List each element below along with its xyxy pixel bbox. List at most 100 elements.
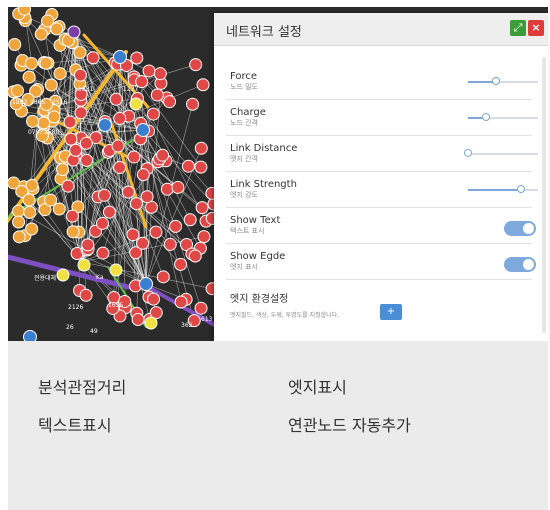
graph-node-highlight xyxy=(109,263,123,277)
setting-label: Link Strength xyxy=(230,179,297,190)
graph-node xyxy=(149,225,163,239)
graph-node xyxy=(156,270,170,284)
graph-node xyxy=(86,51,100,65)
setting-sublabel: 엣지 간격 xyxy=(230,155,258,163)
graph-node xyxy=(181,159,195,173)
graph-node-hub xyxy=(139,277,153,291)
graph-node xyxy=(147,292,161,306)
graph-node xyxy=(63,115,77,129)
setting-row-charge: Charge 노드 간격 xyxy=(226,107,538,136)
graph-node xyxy=(61,179,75,193)
graph-node xyxy=(74,106,88,120)
graph-node xyxy=(96,246,110,260)
graph-node xyxy=(65,209,79,223)
setting-sublabel: 텍스트 표시 xyxy=(230,227,265,235)
graph-node xyxy=(10,84,24,98)
graph-node-highlight xyxy=(56,268,70,282)
graph-node xyxy=(171,180,185,194)
setting-row-force: Force 노드 밀도 xyxy=(226,71,538,100)
charge-slider[interactable] xyxy=(468,113,538,121)
graph-node-label: 2516 xyxy=(52,99,67,106)
graph-node xyxy=(97,188,111,202)
close-button[interactable]: × xyxy=(528,20,544,36)
feature-caption-area: 분석관점거리 엣지표시 텍스트표시 연관노드 자동추가 xyxy=(8,341,548,510)
show-edge-toggle[interactable] xyxy=(504,257,536,272)
graph-node-label: Ka xyxy=(96,274,104,281)
graph-node xyxy=(136,168,150,182)
graph-node-hub xyxy=(98,118,112,132)
expand-icon: ⤢ xyxy=(513,21,523,34)
graph-node xyxy=(55,162,69,176)
graph-node xyxy=(130,51,144,65)
graph-node xyxy=(8,176,21,190)
setting-row-link-strength: Link Strength 엣지 강도 xyxy=(226,179,538,208)
graph-node-highlight xyxy=(144,316,158,330)
panel-scrollbar[interactable] xyxy=(542,57,546,333)
slider-handle[interactable] xyxy=(492,77,500,85)
graph-node xyxy=(8,38,22,52)
slider-fill xyxy=(468,189,521,191)
close-icon: × xyxy=(531,21,541,34)
link-distance-slider[interactable] xyxy=(464,149,538,157)
setting-row-link-distance: Link Distance 엣지 간격 xyxy=(226,143,538,172)
setting-label: Show Egde xyxy=(230,251,286,262)
graph-node-hub xyxy=(136,123,150,137)
expand-button[interactable]: ⤢ xyxy=(510,20,526,36)
graph-node-label: 1237 xyxy=(123,86,138,93)
graph-node xyxy=(73,68,87,82)
toggle-knob xyxy=(523,223,534,234)
toggle-knob xyxy=(523,259,534,270)
graph-node-label: 2126 xyxy=(68,304,83,311)
graph-node xyxy=(183,213,197,227)
graph-node xyxy=(26,114,40,128)
graph-node xyxy=(81,238,95,252)
graph-node xyxy=(79,136,93,150)
graph-node xyxy=(127,150,141,164)
graph-node-label: 1865 xyxy=(30,99,45,106)
add-edge-config-button[interactable]: + xyxy=(380,304,402,320)
graph-node xyxy=(80,153,94,167)
graph-node xyxy=(194,160,208,174)
force-slider[interactable] xyxy=(468,77,538,85)
edge-config-description: 엣지필드, 색상, 두께, 투명도를 지정합니다. xyxy=(230,312,340,319)
graph-node-label: 613 xyxy=(201,316,213,323)
graph-node xyxy=(146,107,160,121)
graph-node xyxy=(196,78,210,92)
setting-label: Show Text xyxy=(230,215,281,226)
graph-node xyxy=(12,215,26,229)
screenshot: 1892 1865 2516 1631 0797 2580 1237 전용대체 Ka 2126 16… xyxy=(0,0,550,510)
graph-node xyxy=(197,230,211,244)
link-strength-slider[interactable] xyxy=(468,185,538,193)
graph-node-label: 2580 xyxy=(44,129,59,136)
graph-node xyxy=(126,228,140,242)
show-text-toggle[interactable] xyxy=(504,221,536,236)
graph-node xyxy=(66,225,80,239)
graph-node xyxy=(37,116,51,130)
graph-node-label: 0797 xyxy=(28,129,43,136)
slider-handle[interactable] xyxy=(464,149,472,157)
graph-node xyxy=(163,237,177,251)
graph-node xyxy=(121,185,135,199)
graph-node xyxy=(150,88,164,102)
graph-node-highlight xyxy=(129,97,143,111)
graph-node-hub xyxy=(113,50,127,64)
graph-node xyxy=(136,236,150,250)
graph-node xyxy=(142,64,156,78)
graph-node xyxy=(102,205,116,219)
graph-node xyxy=(18,7,32,16)
graph-node xyxy=(23,205,37,219)
graph-node xyxy=(140,190,154,204)
graph-node-label: 1635 xyxy=(108,302,123,309)
setting-label: Link Distance xyxy=(230,143,298,154)
graph-node-label: 1631 xyxy=(78,86,93,93)
setting-sublabel: 노드 밀도 xyxy=(230,83,258,91)
graph-node xyxy=(186,97,200,111)
graph-node xyxy=(174,257,188,271)
slider-handle[interactable] xyxy=(516,185,525,193)
panel-header: 네트워크 설정 ⤢ × xyxy=(214,13,548,46)
graph-node xyxy=(195,201,209,215)
slider-handle[interactable] xyxy=(481,113,490,121)
graph-node xyxy=(39,56,53,70)
graph-node xyxy=(153,67,167,81)
graph-node xyxy=(160,182,174,196)
